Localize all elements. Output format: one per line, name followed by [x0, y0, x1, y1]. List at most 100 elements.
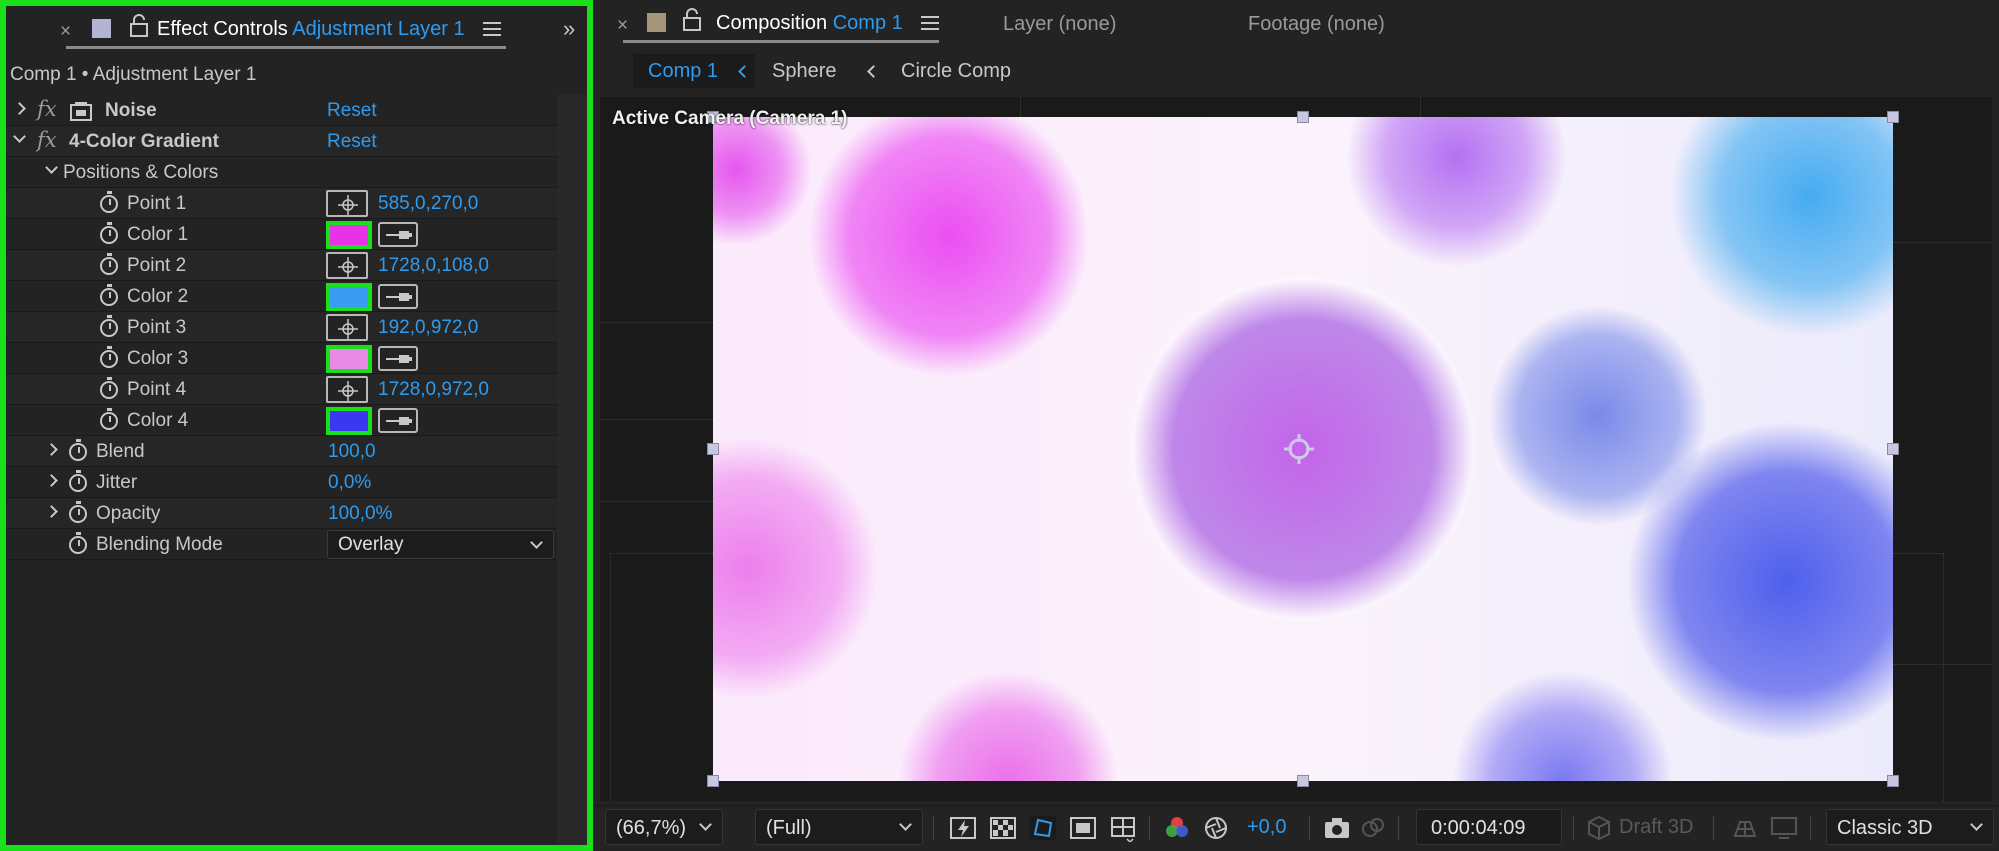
layer-handle[interactable]	[1887, 111, 1899, 123]
panel-menu-icon[interactable]	[483, 22, 501, 36]
stopwatch-icon[interactable]	[100, 408, 118, 430]
draft-3d-label[interactable]: Draft 3D	[1619, 816, 1693, 839]
3d-ground-plane-icon[interactable]	[1731, 814, 1759, 842]
point-picker-button[interactable]	[326, 376, 368, 403]
property-value[interactable]: 585,0,270,0	[378, 193, 478, 215]
color-swatch-button[interactable]	[326, 221, 372, 249]
stopwatch-icon[interactable]	[100, 222, 118, 244]
scrollbar[interactable]	[557, 94, 587, 845]
stopwatch-icon[interactable]	[69, 501, 87, 523]
stopwatch-icon[interactable]	[100, 284, 118, 306]
stopwatch-icon[interactable]	[100, 377, 118, 399]
transparency-grid-icon[interactable]	[989, 814, 1017, 842]
breadcrumb-item-circle-comp[interactable]: Circle Comp	[901, 60, 1011, 83]
chevron-right-icon[interactable]	[45, 474, 58, 487]
property-row-color-4[interactable]: Color 4	[6, 405, 557, 436]
property-row-color-2[interactable]: Color 2	[6, 281, 557, 312]
panel-title[interactable]: Effect Controls Adjustment Layer 1	[157, 18, 465, 41]
effect-row-noise[interactable]: fx Noise Reset	[6, 95, 557, 126]
reset-button[interactable]: Reset	[327, 131, 377, 153]
mask-path-icon[interactable]	[1029, 814, 1057, 842]
property-row-color-3[interactable]: Color 3	[6, 343, 557, 374]
chevron-right-icon[interactable]	[13, 102, 26, 115]
region-of-interest-icon[interactable]	[1069, 814, 1097, 842]
property-value[interactable]: 0,0%	[328, 472, 371, 494]
layer-handle[interactable]	[1887, 775, 1899, 787]
show-snapshot-icon[interactable]	[1359, 814, 1387, 842]
property-row-opacity[interactable]: Opacity 100,0%	[6, 498, 557, 529]
stopwatch-icon[interactable]	[100, 315, 118, 337]
camera-icon[interactable]	[1323, 814, 1351, 842]
tab-layer[interactable]: Layer (none)	[1003, 13, 1116, 36]
chevron-right-icon[interactable]	[45, 505, 58, 518]
property-row-point-3[interactable]: Point 3 192,0,972,0	[6, 312, 557, 343]
stopwatch-icon[interactable]	[69, 439, 87, 461]
composition-tab[interactable]: Composition Comp 1	[716, 12, 903, 35]
exposure-reset-icon[interactable]	[1202, 814, 1230, 842]
blending-mode-dropdown[interactable]: Overlay	[327, 530, 554, 559]
group-row-positions-colors[interactable]: Positions & Colors	[6, 157, 557, 188]
extended-viewer-icon[interactable]	[1770, 814, 1798, 842]
reset-button[interactable]: Reset	[327, 100, 377, 122]
color-swatch-button[interactable]	[326, 283, 372, 311]
panel-menu-icon[interactable]	[921, 16, 939, 30]
color-swatch-button[interactable]	[326, 407, 372, 435]
fast-previews-icon[interactable]	[949, 814, 977, 842]
resolution-dropdown[interactable]: (Full)	[755, 809, 923, 845]
tab-footage[interactable]: Footage (none)	[1248, 13, 1385, 36]
eyedropper-button[interactable]	[378, 408, 418, 433]
property-value[interactable]: 1728,0,972,0	[378, 379, 489, 401]
stopwatch-icon[interactable]	[69, 532, 87, 554]
layer-handle[interactable]	[1297, 111, 1309, 123]
fx-icon[interactable]: fx	[37, 97, 57, 121]
grid-guides-icon[interactable]	[1109, 814, 1137, 842]
property-value[interactable]: 1728,0,108,0	[378, 255, 489, 277]
property-row-color-1[interactable]: Color 1	[6, 219, 557, 250]
eyedropper-button[interactable]	[378, 346, 418, 371]
property-row-point-1[interactable]: Point 1 585,0,270,0	[6, 188, 557, 219]
layer-handle[interactable]	[1297, 775, 1309, 787]
chevron-right-icon[interactable]	[45, 443, 58, 456]
eyedropper-button[interactable]	[378, 284, 418, 309]
anchor-point-icon[interactable]	[1282, 432, 1316, 466]
layer-handle[interactable]	[707, 443, 719, 455]
expand-panels-icon[interactable]: »	[563, 16, 576, 42]
stopwatch-icon[interactable]	[100, 253, 118, 275]
effect-row-4-color-gradient[interactable]: fx 4-Color Gradient Reset	[6, 126, 557, 157]
breadcrumb-item-comp-1[interactable]: Comp 1	[633, 54, 755, 88]
stopwatch-icon[interactable]	[100, 346, 118, 368]
point-picker-button[interactable]	[326, 190, 368, 217]
timecode-display[interactable]: 0:00:04:09	[1416, 809, 1562, 845]
lock-icon[interactable]	[682, 8, 702, 32]
property-row-blend[interactable]: Blend 100,0	[6, 436, 557, 467]
breadcrumb-item-sphere[interactable]: Sphere	[772, 60, 837, 83]
property-value[interactable]: 100,0%	[328, 503, 392, 525]
point-picker-button[interactable]	[326, 314, 368, 341]
color-swatch-button[interactable]	[326, 345, 372, 373]
close-panel-button[interactable]: ×	[617, 15, 628, 37]
property-value[interactable]: 100,0	[328, 441, 376, 463]
property-value[interactable]: 192,0,972,0	[378, 317, 478, 339]
lock-icon[interactable]	[129, 14, 149, 38]
chevron-down-icon[interactable]	[45, 161, 58, 174]
property-row-point-4[interactable]: Point 4 1728,0,972,0	[6, 374, 557, 405]
stopwatch-icon[interactable]	[69, 470, 87, 492]
close-panel-button[interactable]: ×	[60, 21, 71, 43]
point-picker-button[interactable]	[326, 252, 368, 279]
property-row-jitter[interactable]: Jitter 0,0%	[6, 467, 557, 498]
chevron-down-icon[interactable]	[13, 130, 26, 143]
property-row-blending-mode[interactable]: Blending Mode Overlay	[6, 529, 557, 560]
property-row-point-2[interactable]: Point 2 1728,0,108,0	[6, 250, 557, 281]
exposure-value[interactable]: +0,0	[1247, 816, 1286, 839]
composition-viewer[interactable]: Active Camera (Camera 1)	[600, 97, 1992, 801]
effect-controls-panel: × Effect Controls Adjustment Layer 1 » C…	[0, 0, 593, 851]
draft-3d-icon[interactable]	[1585, 814, 1613, 842]
layer-handle[interactable]	[707, 775, 719, 787]
layer-handle[interactable]	[1887, 443, 1899, 455]
color-channels-icon[interactable]	[1163, 814, 1191, 842]
fx-icon[interactable]: fx	[37, 128, 57, 152]
stopwatch-icon[interactable]	[100, 191, 118, 213]
eyedropper-button[interactable]	[378, 222, 418, 247]
zoom-dropdown[interactable]: (66,7%)	[605, 809, 723, 845]
renderer-dropdown[interactable]: Classic 3D	[1826, 809, 1994, 845]
